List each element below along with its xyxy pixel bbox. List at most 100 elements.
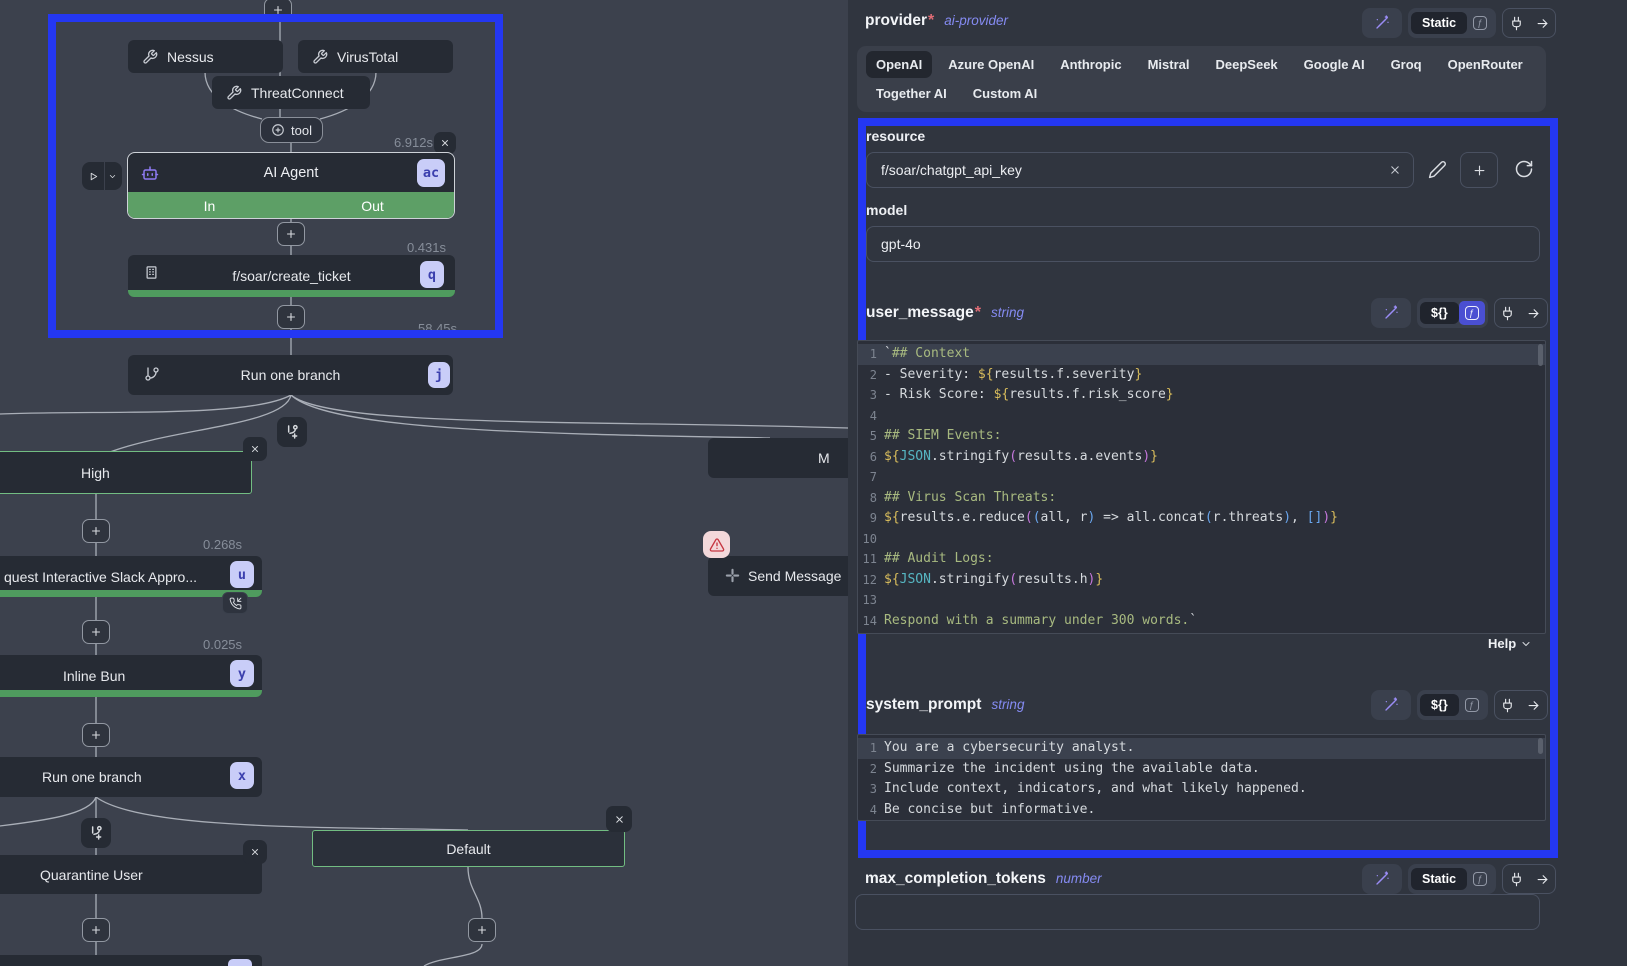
add-node-connector[interactable] — [468, 918, 496, 942]
add-node-connector[interactable] — [82, 723, 110, 747]
line-number: 2 — [858, 759, 884, 780]
wrench-icon — [226, 85, 242, 101]
plug-button[interactable] — [1495, 299, 1521, 327]
mode-toggle[interactable]: ${} — [1417, 298, 1488, 328]
run-options-button[interactable] — [105, 162, 120, 190]
scrollbar-thumb[interactable] — [1538, 344, 1543, 366]
plug-icon — [1509, 16, 1524, 31]
add-node-connector[interactable] — [277, 305, 305, 329]
plug-icon — [1500, 698, 1515, 713]
play-button[interactable] — [82, 162, 105, 190]
phone-incoming-icon — [229, 597, 242, 610]
node-label: AI Agent — [264, 165, 319, 181]
function-icon[interactable] — [1467, 11, 1493, 35]
node-run-one-branch-2[interactable]: Run one branch — [0, 757, 262, 797]
help-toggle[interactable]: Help — [1488, 636, 1532, 651]
remove-node-button[interactable] — [434, 132, 456, 154]
git-branch-plus-icon — [284, 424, 300, 440]
branch-high[interactable]: High — [0, 451, 252, 494]
ai-autofill-button[interactable] — [1371, 298, 1411, 328]
provider-tab-openrouter[interactable]: OpenRouter — [1438, 51, 1533, 78]
remove-branch-button[interactable] — [243, 437, 267, 461]
resource-input[interactable] — [866, 152, 1414, 188]
mode-static-option[interactable]: Static — [1411, 12, 1467, 34]
scrollbar-thumb[interactable] — [1538, 738, 1543, 754]
provider-tab-together-ai[interactable]: Together AI — [866, 80, 957, 107]
provider-tab-deepseek[interactable]: DeepSeek — [1206, 51, 1288, 78]
node-inline-bun[interactable]: Inline Bun — [0, 655, 262, 697]
refresh-icon[interactable] — [1514, 159, 1534, 179]
provider-tab-openai[interactable]: OpenAI — [866, 51, 932, 78]
remove-branch-button[interactable] — [606, 806, 632, 832]
run-node-control[interactable] — [82, 162, 122, 190]
add-node-connector[interactable] — [82, 519, 110, 543]
code-line: 8## Virus Scan Threats: — [858, 488, 1545, 509]
magic-wand-icon — [1374, 871, 1390, 887]
workflow-canvas[interactable]: Nessus VirusTotal ThreatConnect tool 6.9… — [0, 0, 848, 966]
plug-button[interactable] — [1503, 9, 1529, 37]
mode-toggle[interactable]: Static — [1408, 8, 1496, 38]
line-number: 3 — [858, 385, 884, 406]
add-resource-button[interactable] — [1460, 152, 1498, 188]
model-input[interactable] — [866, 226, 1540, 262]
branch-default[interactable]: Default — [312, 830, 625, 867]
plug-icon — [1509, 872, 1524, 887]
add-branch-button[interactable] — [81, 818, 111, 848]
clear-icon[interactable] — [1388, 163, 1402, 177]
node-partial-bottom[interactable] — [0, 955, 262, 966]
plug-button[interactable] — [1503, 865, 1529, 893]
expand-button[interactable] — [1529, 865, 1555, 893]
ai-autofill-button[interactable] — [1362, 8, 1402, 38]
add-node-connector[interactable] — [82, 620, 110, 644]
add-node-connector[interactable] — [277, 222, 305, 246]
node-virustotal[interactable]: VirusTotal — [298, 40, 453, 73]
node-slack-approval[interactable]: quest Interactive Slack Appro... — [0, 556, 262, 597]
plug-button[interactable] — [1495, 691, 1521, 719]
plus-icon — [285, 311, 297, 323]
add-node-connector[interactable] — [82, 918, 110, 942]
provider-tab-mistral[interactable]: Mistral — [1138, 51, 1200, 78]
node-threatconnect[interactable]: ThreatConnect — [212, 76, 370, 109]
expand-button[interactable] — [1521, 691, 1547, 719]
mode-expression-option[interactable]: ${} — [1420, 694, 1459, 716]
node-send-message[interactable]: Send Message — [708, 556, 848, 596]
tool-handle[interactable]: tool — [260, 117, 323, 143]
line-number: 6 — [858, 447, 884, 468]
expand-button[interactable] — [1529, 9, 1555, 37]
system-prompt-editor[interactable]: 1You are a cybersecurity analyst.2Summar… — [857, 734, 1546, 821]
mode-static-option[interactable]: Static — [1411, 868, 1467, 890]
connect-actions — [1502, 8, 1556, 38]
node-nessus[interactable]: Nessus — [128, 40, 283, 73]
function-icon[interactable] — [1459, 693, 1485, 717]
function-icon[interactable] — [1467, 867, 1493, 891]
ai-autofill-button[interactable] — [1362, 864, 1402, 894]
ai-autofill-button[interactable] — [1371, 690, 1411, 720]
out-handle[interactable]: Out — [291, 192, 454, 219]
mode-toggle[interactable]: ${} — [1417, 690, 1488, 720]
line-number: 14 — [858, 611, 884, 632]
remove-branch-button[interactable] — [243, 840, 267, 864]
expand-button[interactable] — [1521, 299, 1547, 327]
provider-tab-azure-openai[interactable]: Azure OpenAI — [938, 51, 1044, 78]
provider-tab-groq[interactable]: Groq — [1381, 51, 1432, 78]
in-handle[interactable]: In — [128, 192, 291, 219]
provider-tab-anthropic[interactable]: Anthropic — [1050, 51, 1131, 78]
add-branch-button[interactable] — [277, 417, 307, 447]
add-node-connector[interactable] — [264, 0, 292, 22]
provider-tab-google-ai[interactable]: Google AI — [1294, 51, 1375, 78]
node-run-one-branch-1[interactable]: Run one branch — [128, 355, 453, 395]
branch-m[interactable]: M — [708, 438, 848, 478]
branch-quarantine-user[interactable]: Quarantine User — [0, 855, 262, 894]
code-line: 2Summarize the incident using the availa… — [858, 759, 1545, 780]
edit-pencil-icon[interactable] — [1428, 160, 1447, 179]
plug-icon — [1500, 306, 1515, 321]
function-icon[interactable] — [1459, 301, 1485, 325]
plus-icon — [90, 626, 102, 638]
node-ai-agent[interactable]: AI Agent In Out — [127, 152, 455, 219]
user-message-editor[interactable]: 1`## Context2- Severity: ${results.f.sev… — [857, 340, 1546, 634]
provider-tab-custom-ai[interactable]: Custom AI — [963, 80, 1048, 107]
mode-expression-option[interactable]: ${} — [1420, 302, 1459, 324]
max-tokens-input[interactable] — [855, 894, 1540, 930]
node-create-ticket[interactable]: f/soar/create_ticket — [128, 255, 455, 297]
mode-toggle[interactable]: Static — [1408, 864, 1496, 894]
